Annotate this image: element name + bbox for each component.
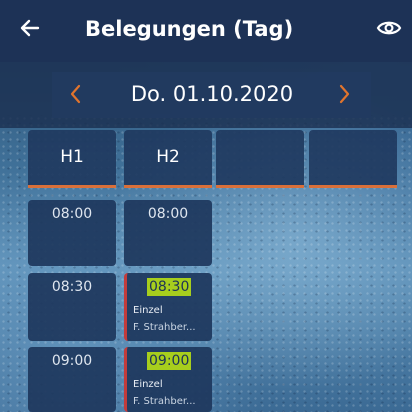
page-title: Belegungen (Tag)	[85, 17, 294, 41]
booking-person: F. Strahber...	[133, 322, 196, 333]
booking-person: F. Strahber...	[133, 396, 196, 407]
column-header-4[interactable]	[309, 130, 397, 188]
slot-h2-0800[interactable]: 08:00	[124, 200, 212, 266]
booking-h2-0830[interactable]: 08:30 Einzel F. Strahber...	[124, 273, 212, 341]
column-header-h1[interactable]: H1	[28, 130, 116, 188]
eye-icon[interactable]	[376, 17, 402, 39]
slot-h1-0800[interactable]: 08:00	[28, 200, 116, 266]
booking-time: 08:30	[147, 278, 192, 296]
slot-h1-0900[interactable]: 09:00	[28, 347, 116, 412]
arrow-left-icon[interactable]	[16, 14, 44, 42]
column-header-3[interactable]	[216, 130, 304, 188]
chevron-left-icon[interactable]	[66, 78, 86, 110]
chevron-right-icon[interactable]	[334, 78, 354, 110]
booking-type: Einzel	[133, 305, 163, 316]
column-header-h2[interactable]: H2	[124, 130, 212, 188]
booking-h2-0900[interactable]: 09:00 Einzel F. Strahber...	[124, 347, 212, 412]
app-bar: Belegungen (Tag)	[0, 0, 412, 62]
slot-time: 08:00	[147, 206, 189, 222]
booking-type: Einzel	[133, 379, 163, 390]
current-date[interactable]: Do. 01.10.2020	[112, 80, 312, 108]
slot-time: 08:30	[51, 279, 93, 295]
booking-time: 09:00	[147, 352, 192, 370]
slot-time: 08:00	[51, 206, 93, 222]
slot-h1-0830[interactable]: 08:30	[28, 273, 116, 341]
slot-time: 09:00	[51, 353, 93, 369]
